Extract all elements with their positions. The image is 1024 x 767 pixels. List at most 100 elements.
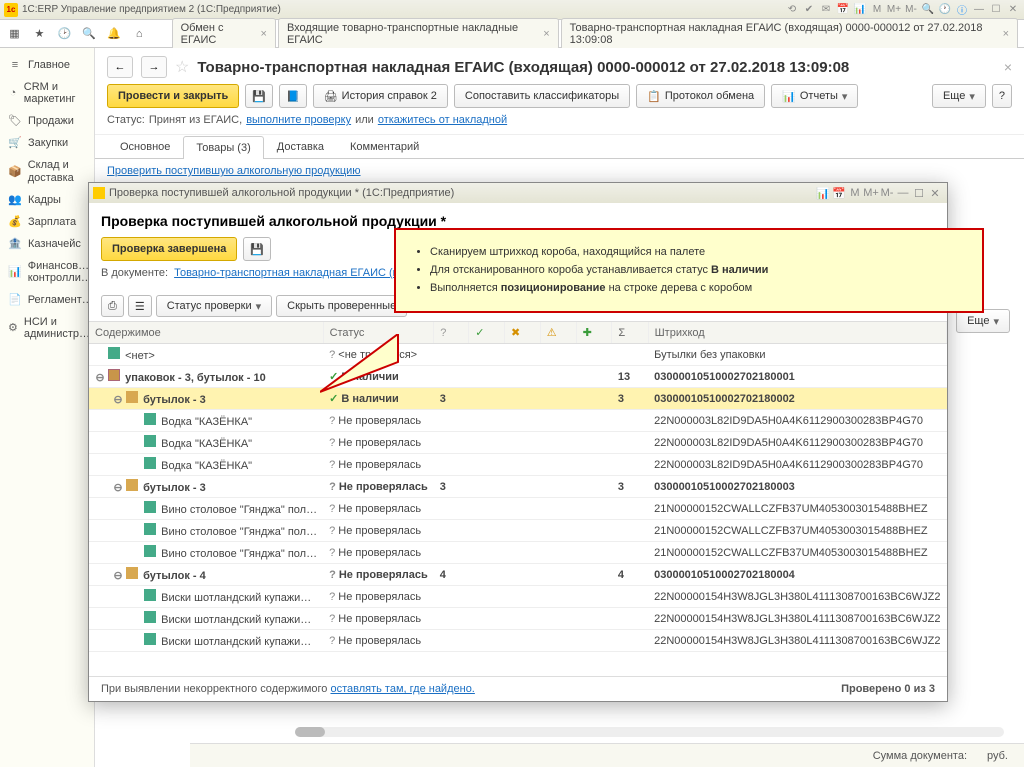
tab-document[interactable]: Товарно-транспортная накладная ЕГАИС (вх… xyxy=(561,18,1018,50)
sys-icon[interactable]: M+ xyxy=(887,3,901,17)
forward-button[interactable]: → xyxy=(141,56,167,78)
sys-icon[interactable]: 📅 xyxy=(836,3,850,17)
back-button[interactable]: ← xyxy=(107,56,133,78)
minimize-icon[interactable]: — xyxy=(972,3,986,17)
match-button[interactable]: Сопоставить классификаторы xyxy=(454,84,630,108)
bottle-icon xyxy=(144,611,156,623)
reports-button[interactable]: 📊 Отчеты xyxy=(771,84,858,108)
check-link[interactable]: выполните проверку xyxy=(246,114,351,126)
more-button[interactable]: Еще xyxy=(956,309,1010,333)
info-icon[interactable]: ⓘ xyxy=(955,3,969,17)
table-row[interactable]: ⊖ упаковок - 3, бутылок - 10✓ В наличии1… xyxy=(89,366,947,388)
sys-icon[interactable]: 🕐 xyxy=(938,3,952,17)
sys-icon[interactable]: M xyxy=(847,187,863,199)
save-button[interactable]: 💾 xyxy=(243,237,271,261)
tab-main[interactable]: Основное xyxy=(107,135,183,158)
tab-exchange[interactable]: Обмен с ЕГАИС× xyxy=(172,18,276,50)
cart-icon: 🛒 xyxy=(8,137,22,149)
list-button[interactable]: ☰ xyxy=(128,295,152,317)
minimize-icon[interactable]: — xyxy=(895,187,911,199)
document-title: Товарно-транспортная накладная ЕГАИС (вх… xyxy=(197,59,849,76)
package-icon xyxy=(108,369,120,381)
table-row[interactable]: ⊖ бутылок - 3? Не проверялась33030000105… xyxy=(89,476,947,498)
post-button[interactable]: 📘 xyxy=(279,84,307,108)
sys-icon[interactable]: ✉ xyxy=(819,3,833,17)
table-row[interactable]: ⊖ бутылок - 4? Не проверялась44030000105… xyxy=(89,564,947,586)
expand-icon[interactable]: ⊖ xyxy=(113,481,123,494)
table-row[interactable]: Вино столовое "Гянджа" пол…? Не проверял… xyxy=(89,498,947,520)
sidebar-item-sales[interactable]: 🏷Продажи xyxy=(0,110,94,132)
sidebar-item-hr[interactable]: 👥Кадры xyxy=(0,189,94,211)
sys-icon[interactable]: M xyxy=(870,3,884,17)
sys-icon[interactable]: M- xyxy=(904,3,918,17)
close-icon[interactable]: × xyxy=(1003,28,1009,40)
check-done-button[interactable]: Проверка завершена xyxy=(101,237,237,261)
save-button[interactable]: 💾 xyxy=(245,84,273,108)
close-icon[interactable]: ✕ xyxy=(927,187,943,200)
table-row[interactable]: Виски шотландский купажи…? Не проверялас… xyxy=(89,608,947,630)
history-button[interactable]: 🖨 История справок 2 xyxy=(313,84,448,108)
scrollbar[interactable] xyxy=(295,727,1004,737)
expand-icon[interactable]: ⊖ xyxy=(95,371,105,384)
tab-incoming[interactable]: Входящие товарно-транспортные накладные … xyxy=(278,18,559,50)
sys-icon[interactable]: 📊 xyxy=(815,187,831,200)
search-icon[interactable]: 🔍 xyxy=(921,3,935,17)
sidebar-item-treasury[interactable]: 🏦Казначейс xyxy=(0,233,94,255)
sys-icon[interactable]: ⟲ xyxy=(785,3,799,17)
sidebar-item-crm[interactable]: ◔CRM и маркетинг xyxy=(0,76,94,110)
sidebar-item-warehouse[interactable]: 📦Склад и доставка xyxy=(0,154,94,188)
table-row[interactable]: Водка "КАЗЁНКА"? Не проверялась22N000003… xyxy=(89,410,947,432)
check-products-link[interactable]: Проверить поступившую алкогольную продук… xyxy=(107,165,361,177)
sys-icon[interactable]: 📊 xyxy=(853,3,867,17)
maximize-icon[interactable]: ☐ xyxy=(989,3,1003,17)
col-warn: ⚠ xyxy=(540,322,576,344)
sidebar-item-reglament[interactable]: 📄Регламент… xyxy=(0,289,94,311)
home-icon[interactable]: ⌂ xyxy=(131,25,148,43)
sidebar-item-purchase[interactable]: 🛒Закупки xyxy=(0,132,94,154)
post-close-button[interactable]: Провести и закрыть xyxy=(107,84,239,108)
col-sum: Σ xyxy=(612,322,648,344)
grid-icon[interactable]: ▦ xyxy=(6,25,23,43)
table-row[interactable]: Водка "КАЗЁНКА"? Не проверялась22N000003… xyxy=(89,454,947,476)
tab-goods[interactable]: Товары (3) xyxy=(183,136,263,159)
table-row[interactable]: Водка "КАЗЁНКА"? Не проверялась22N000003… xyxy=(89,432,947,454)
sys-icon[interactable]: M- xyxy=(879,187,895,199)
close-icon[interactable]: × xyxy=(543,28,549,40)
table-row[interactable]: Вино столовое "Гянджа" пол…? Не проверял… xyxy=(89,520,947,542)
favorite-icon[interactable]: ☆ xyxy=(175,57,189,77)
sys-icon[interactable]: 📅 xyxy=(831,187,847,200)
bell-icon[interactable]: 🔔 xyxy=(106,25,123,43)
tag-icon: 🏷 xyxy=(8,115,22,127)
table-row[interactable]: Вино столовое "Гянджа" пол…? Не проверял… xyxy=(89,542,947,564)
table-row[interactable]: Виски шотландский купажи…? Не проверялас… xyxy=(89,630,947,652)
star-icon[interactable]: ★ xyxy=(31,25,48,43)
sidebar-item-main[interactable]: ≡Главное xyxy=(0,54,94,76)
barcode-button[interactable]: ⎙ xyxy=(101,295,124,317)
sys-icon[interactable]: ✔ xyxy=(802,3,816,17)
more-button[interactable]: Еще xyxy=(932,84,986,108)
hide-checked-button[interactable]: Скрыть проверенные xyxy=(276,295,407,317)
protocol-button[interactable]: 📋 Протокол обмена xyxy=(636,84,765,108)
search-icon[interactable]: 🔍 xyxy=(81,25,98,43)
maximize-icon[interactable]: ☐ xyxy=(911,187,927,200)
close-icon[interactable]: × xyxy=(261,28,267,40)
table-row[interactable]: Виски шотландский купажи…? Не проверялас… xyxy=(89,586,947,608)
close-icon[interactable]: ✕ xyxy=(1006,3,1020,17)
sidebar-item-finance[interactable]: 📊Финансов… контролли… xyxy=(0,255,94,289)
sidebar-item-salary[interactable]: 💰Зарплата xyxy=(0,211,94,233)
reject-link[interactable]: откажитесь от накладной xyxy=(378,114,507,126)
sys-icon[interactable]: M+ xyxy=(863,187,879,199)
table-row[interactable]: ⊖ бутылок - 3✓ В наличии3303000010510002… xyxy=(89,388,947,410)
table-row[interactable]: <нет>? <не требуется>Бутылки без упаковк… xyxy=(89,344,947,366)
history-icon[interactable]: 🕑 xyxy=(56,25,73,43)
help-button[interactable]: ? xyxy=(992,84,1012,108)
tab-delivery[interactable]: Доставка xyxy=(264,135,337,158)
tab-comment[interactable]: Комментарий xyxy=(337,135,432,158)
footer-link[interactable]: оставлять там, где найдено. xyxy=(330,683,474,695)
expand-icon[interactable]: ⊖ xyxy=(113,569,123,582)
expand-icon[interactable]: ⊖ xyxy=(113,393,123,406)
sidebar-item-nsi[interactable]: ⚙НСИ и администр… xyxy=(0,311,94,345)
product-tree[interactable]: Содержимое Статус ? ✓ ✖ ⚠ ✚ Σ Штрихкод <… xyxy=(89,321,947,676)
close-icon[interactable]: × xyxy=(1004,59,1012,75)
status-filter[interactable]: Статус проверки xyxy=(156,295,272,317)
